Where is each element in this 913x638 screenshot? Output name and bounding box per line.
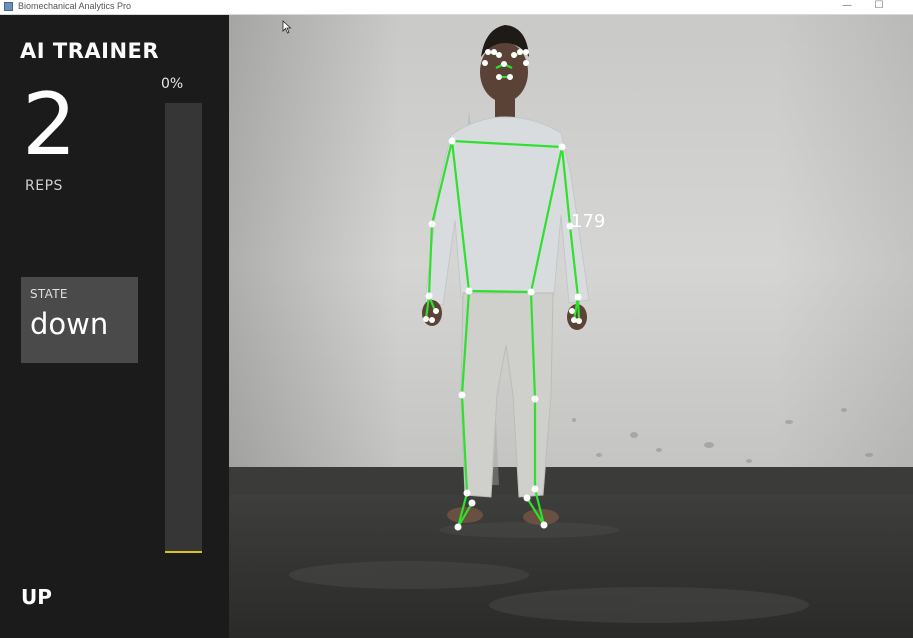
minimize-button[interactable]: — — [832, 0, 862, 14]
camera-feed: 179 — [229, 15, 913, 638]
window-titlebar: Biomechanical Analytics Pro — ☐ — [0, 0, 913, 15]
state-title: STATE — [30, 287, 68, 301]
direction-indicator: UP — [21, 585, 52, 609]
baseboard — [229, 467, 913, 497]
stats-panel: AI TRAINER 2 REPS 0% STATE down UP — [0, 15, 229, 638]
maximize-button[interactable]: ☐ — [864, 0, 894, 14]
app-icon — [4, 2, 13, 11]
progress-bar-baseline — [165, 551, 202, 553]
app-name: AI TRAINER — [20, 39, 160, 63]
state-card: STATE down — [21, 277, 138, 363]
camera-frame: 179 — [229, 15, 913, 638]
elbow-angle-readout: 179 — [571, 211, 605, 232]
state-value: down — [30, 307, 109, 341]
progress-percent-label: 0% — [161, 76, 184, 92]
reps-label: REPS — [25, 178, 63, 194]
window-title: Biomechanical Analytics Pro — [18, 1, 132, 11]
mouse-cursor-icon — [282, 20, 292, 34]
progress-bar — [165, 103, 202, 553]
rep-count: 2 — [22, 75, 77, 175]
